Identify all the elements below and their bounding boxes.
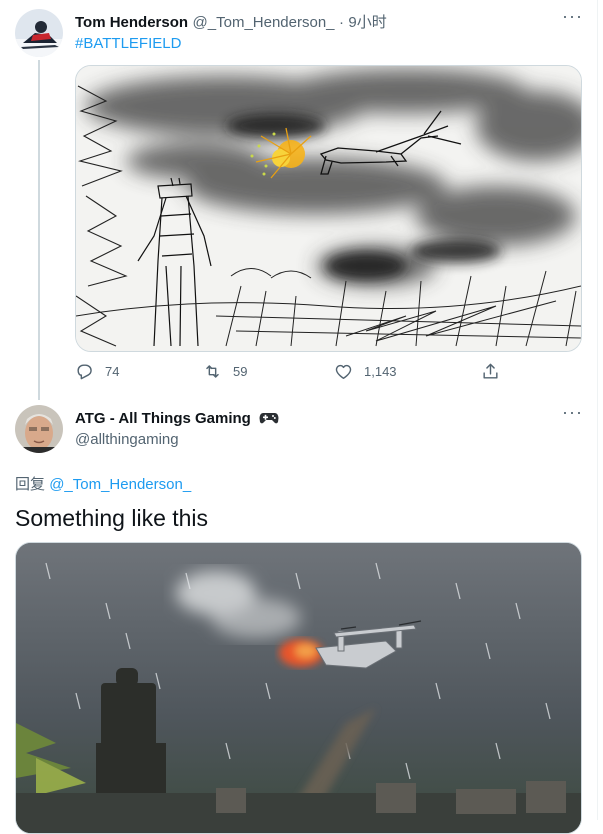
thread-line	[38, 60, 40, 400]
more-icon[interactable]: ···	[562, 402, 583, 423]
like-count: 1,143	[364, 364, 397, 379]
tweet-text: Something like this	[15, 505, 209, 531]
retweet-button[interactable]: 59	[203, 362, 247, 381]
like-button[interactable]: 1,143	[334, 362, 397, 381]
hashtag-link[interactable]: #BATTLEFIELD	[75, 35, 181, 52]
column-divider	[597, 0, 598, 820]
separator: ·	[338, 14, 344, 31]
share-icon	[483, 363, 498, 379]
reply-count: 74	[105, 364, 120, 379]
avatar-tom-henderson[interactable]	[15, 9, 63, 57]
like-icon	[335, 364, 352, 379]
tweet1-actions: 74 59 1,143	[75, 362, 515, 386]
reply-button[interactable]: 74	[75, 362, 119, 381]
avatar-atg[interactable]	[15, 405, 63, 453]
tweet-time[interactable]: 9小时	[348, 14, 386, 31]
tweet-image-game[interactable]	[15, 542, 582, 834]
share-button[interactable]	[481, 362, 511, 381]
retweet-count: 59	[233, 364, 248, 379]
tweet-image-sketch[interactable]	[75, 65, 582, 352]
author-name[interactable]: Tom Henderson	[75, 14, 188, 31]
reply-prefix: 回复	[15, 476, 46, 493]
author-name[interactable]: ATG - All Things Gaming	[75, 410, 251, 427]
reply-to-handle-link[interactable]: @_Tom_Henderson_	[49, 476, 191, 493]
more-icon[interactable]: ···	[562, 6, 583, 27]
tweet2-header: ATG - All Things Gaming	[75, 410, 279, 428]
reply-icon	[77, 364, 92, 380]
gamepad-icon	[259, 413, 279, 424]
author-handle[interactable]: @_Tom_Henderson_	[193, 14, 335, 31]
replying-to: 回复 @_Tom_Henderson_	[15, 473, 191, 494]
retweet-icon	[206, 365, 219, 378]
author-handle[interactable]: @allthingaming	[75, 431, 179, 448]
tweet1-header: Tom Henderson @_Tom_Henderson_ · 9小时	[75, 11, 387, 32]
